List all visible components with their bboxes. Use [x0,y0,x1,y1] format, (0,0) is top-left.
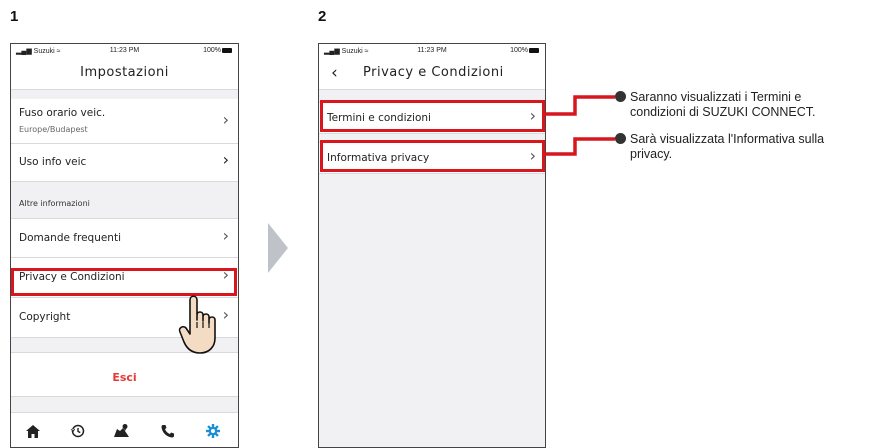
status-bar: ▂▄▆ Suzuki ≈ 11:23 PM 100% [319,44,545,57]
settings-item-label: Copyright [19,311,71,323]
chevron-right-icon: › [222,150,229,169]
callout-line: condizioni di SUZUKI CONNECT. [630,105,816,119]
callout-line: Saranno visualizzati i Termini e [630,90,802,104]
bullet-dot-icon [615,133,626,144]
step-number-1: 1 [10,8,19,25]
callout-line: Sarà visualizzata l'Informativa sulla [630,132,825,146]
chevron-right-icon: › [222,305,229,324]
battery-percent: 100% [510,47,528,54]
phone-icon[interactable] [161,424,175,438]
highlight-terms [320,100,545,132]
settings-item-value: Europe/Budapest [19,125,88,134]
bullet-dot-icon [615,91,626,102]
settings-item-vehicle-info-usage[interactable]: Uso info veic › [11,144,238,182]
history-icon[interactable] [71,424,85,438]
settings-item-label: Fuso orario veic. [19,107,106,119]
battery-icon [222,47,232,53]
logout-label: Esci [112,371,137,384]
settings-item-faq[interactable]: Domande frequenti › [11,218,238,258]
phone-screen-settings: ▂▄▆ Suzuki ≈ 11:23 PM 100% Impostazioni … [10,43,239,448]
page-title: ‹ Privacy e Condizioni [319,57,545,90]
step-arrow-icon [268,223,288,273]
highlight-privacy-policy [320,140,545,172]
empty-area [319,184,545,447]
section-header-other-info: Altre informazioni [19,199,90,208]
page-title-text: Privacy e Condizioni [363,65,504,80]
chevron-right-icon: › [222,110,229,129]
battery-status: 100% [510,47,539,54]
map-icon[interactable] [113,423,130,438]
page-title: Impostazioni [11,57,238,90]
tap-hand-icon [178,295,216,354]
settings-icon[interactable] [206,424,220,438]
back-arrow-icon[interactable]: ‹ [331,57,338,89]
callout-terms: Saranno visualizzati i Termini e condizi… [615,90,870,120]
battery-percent: 100% [203,47,221,54]
step-number-2: 2 [318,8,327,25]
callout-privacy: Sarà visualizzata l'Informativa sulla pr… [615,132,873,162]
settings-item-label: Domande frequenti [19,232,122,244]
settings-item-vehicle-timezone[interactable]: Fuso orario veic. Europe/Budapest › [11,99,238,144]
logout-button[interactable]: Esci [11,352,238,397]
chevron-right-icon: › [222,226,229,245]
bottom-nav-bar [11,412,238,447]
battery-status: 100% [203,47,232,54]
settings-item-label: Uso info veic [19,156,87,168]
callout-connectors [545,95,615,156]
home-icon[interactable] [26,425,40,438]
status-bar: ▂▄▆ Suzuki ≈ 11:23 PM 100% [11,44,238,57]
callout-line: privacy. [630,147,673,161]
page-title-text: Impostazioni [80,65,169,80]
battery-icon [529,47,539,53]
